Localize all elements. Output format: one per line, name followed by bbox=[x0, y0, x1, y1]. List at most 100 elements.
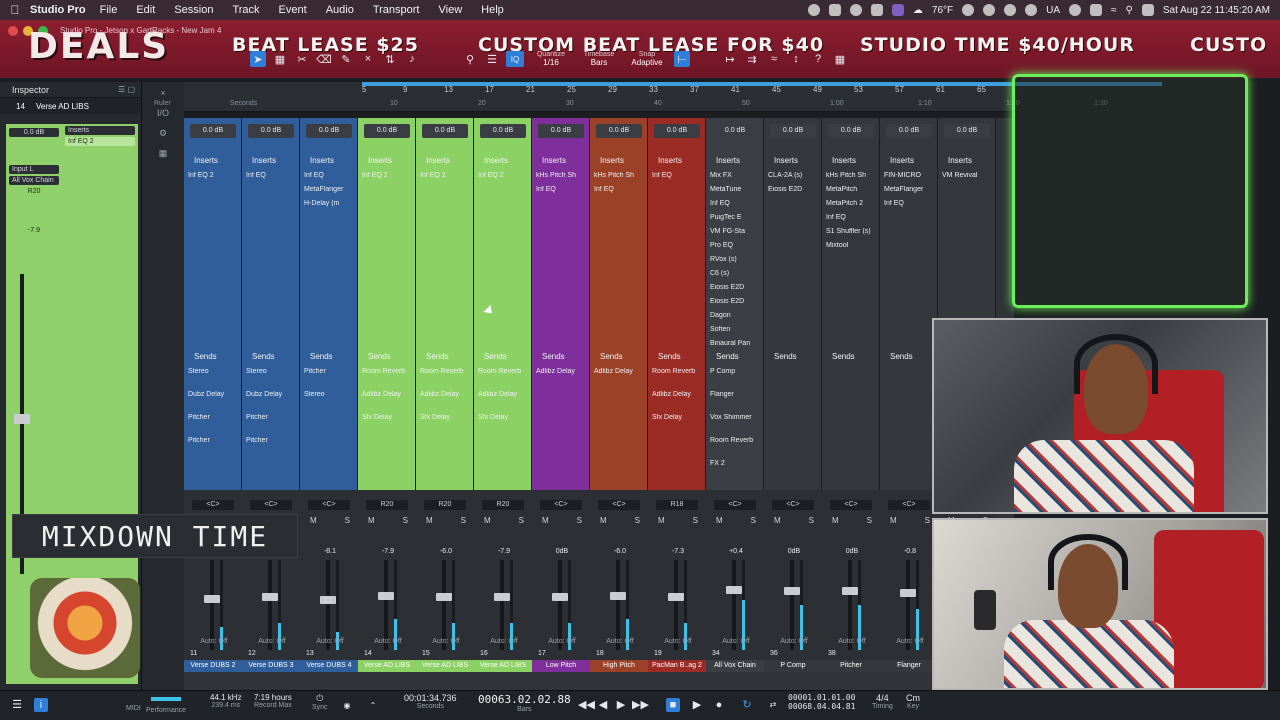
insert-plugin[interactable]: MetaFlanger bbox=[884, 186, 936, 193]
volume-fader[interactable] bbox=[674, 560, 678, 650]
arrange-tool-icon[interactable]: ☰ bbox=[484, 51, 500, 67]
insert-plugin[interactable]: Inf EQ 2 bbox=[362, 172, 414, 179]
volume-fader[interactable] bbox=[210, 560, 214, 650]
zoom-tool-icon[interactable]: ⚲ bbox=[462, 51, 478, 67]
channel-name[interactable]: Flanger bbox=[880, 660, 938, 672]
solo-button[interactable]: S bbox=[519, 516, 524, 526]
fader-cap[interactable] bbox=[900, 588, 916, 597]
volume-fader[interactable] bbox=[558, 560, 562, 650]
pan-control[interactable]: <C> bbox=[888, 500, 930, 510]
insert-plugin[interactable]: kHs Pitch Sh bbox=[536, 172, 588, 179]
record-button[interactable]: ● bbox=[712, 698, 726, 712]
insert-plugin[interactable]: Inf EQ 2 bbox=[420, 172, 472, 179]
mute-button[interactable]: M bbox=[890, 516, 897, 526]
timeline-ruler[interactable]: Ruler Seconds 5 9 13 17 21 25 29 33 37 41 45 49 53 57… bbox=[154, 82, 1162, 112]
send-slot[interactable]: Stereo bbox=[188, 368, 240, 375]
volume-fader[interactable] bbox=[500, 560, 504, 650]
solo-button[interactable]: S bbox=[693, 516, 698, 526]
pan-control[interactable]: <C> bbox=[192, 500, 234, 510]
volume-fader[interactable] bbox=[790, 560, 794, 650]
send-slot[interactable]: Pitcher bbox=[188, 437, 240, 444]
channel-name[interactable]: Verse DUBS 3 bbox=[242, 660, 300, 672]
app-status-icon[interactable] bbox=[962, 4, 975, 16]
insert-plugin[interactable]: kHs Pitch Sh bbox=[826, 172, 878, 179]
pan-control[interactable]: R20 bbox=[366, 500, 408, 510]
input-language[interactable]: UA bbox=[1046, 5, 1060, 16]
fader-cap[interactable] bbox=[842, 587, 858, 595]
screen-record-icon[interactable] bbox=[891, 4, 904, 16]
eraser-tool-icon[interactable]: ⌫ bbox=[316, 51, 332, 67]
app-status-icon[interactable] bbox=[1069, 4, 1082, 16]
channel-db-display[interactable]: 0.0 dB bbox=[886, 124, 932, 138]
pan-control[interactable]: R18 bbox=[656, 500, 698, 510]
range-tool-icon[interactable]: ▦ bbox=[272, 51, 288, 67]
app-status-icon[interactable] bbox=[807, 4, 820, 16]
app-status-icon[interactable] bbox=[1004, 4, 1017, 16]
app-menu[interactable]: Studio Pro bbox=[30, 4, 86, 16]
inspector-inserts-label[interactable]: Inserts bbox=[65, 126, 135, 135]
arrow-tool-icon[interactable]: ➤ bbox=[250, 51, 266, 67]
send-slot[interactable]: Pitcher bbox=[304, 368, 356, 375]
mute-button[interactable]: M bbox=[426, 516, 433, 526]
inserts-header[interactable]: Inserts bbox=[648, 156, 706, 165]
fader-cap[interactable] bbox=[320, 596, 336, 604]
insert-plugin[interactable]: Soften bbox=[710, 326, 762, 333]
clock[interactable]: Sat Aug 22 11:45:20 AM bbox=[1163, 5, 1270, 16]
send-slot[interactable]: Sfx Delay bbox=[362, 414, 414, 421]
channel-db-display[interactable]: 0.0 dB bbox=[422, 124, 468, 138]
sends-header[interactable]: Sends bbox=[764, 352, 822, 361]
inserts-header[interactable]: Inserts bbox=[242, 156, 300, 165]
insert-plugin[interactable]: Inf EQ bbox=[652, 172, 704, 179]
volume-fader[interactable] bbox=[384, 560, 388, 650]
send-slot[interactable]: Adlibz Delay bbox=[594, 368, 646, 375]
inspector-insert-item[interactable]: Inf EQ 2 bbox=[65, 137, 135, 146]
fader-cap[interactable] bbox=[494, 593, 510, 601]
automation-mode[interactable]: Auto: Off bbox=[656, 638, 700, 645]
insert-plugin[interactable]: Dagon bbox=[710, 312, 762, 319]
automation-mode[interactable]: Auto: Off bbox=[830, 638, 874, 645]
sends-header[interactable]: Sends bbox=[822, 352, 880, 361]
channel-db-display[interactable]: 0.0 dB bbox=[248, 124, 294, 138]
insert-plugin[interactable]: MetaPitch bbox=[826, 186, 878, 193]
key-signature[interactable]: Cm Key bbox=[906, 693, 920, 710]
automation-mode[interactable]: Auto: Off bbox=[540, 638, 584, 645]
channel-name[interactable]: Low Pitch bbox=[532, 660, 590, 672]
performance-meter[interactable]: Performance bbox=[146, 693, 186, 714]
insert-plugin[interactable]: Eiosis E2D bbox=[710, 284, 762, 291]
mute-button[interactable]: M bbox=[658, 516, 665, 526]
inserts-header[interactable]: Inserts bbox=[300, 156, 358, 165]
mute-button[interactable]: M bbox=[600, 516, 607, 526]
sends-header[interactable]: Sends bbox=[590, 352, 648, 361]
insert-plugin[interactable]: Inf EQ 2 bbox=[478, 172, 530, 179]
snap-selector[interactable]: Snap Adaptive bbox=[626, 51, 668, 67]
automation-mode[interactable]: Auto: Off bbox=[772, 638, 816, 645]
split-tool-icon[interactable]: ✂ bbox=[294, 51, 310, 67]
channel-name[interactable]: Verse AD LIBS bbox=[416, 660, 474, 672]
timebase-selector[interactable]: Timebase Bars bbox=[578, 51, 620, 67]
channel-name[interactable]: PacMan B..ag 2 bbox=[648, 660, 706, 672]
channel-db-display[interactable]: 0.0 dB bbox=[480, 124, 526, 138]
volume-fader[interactable] bbox=[848, 560, 852, 650]
insert-plugin[interactable]: MetaFlanger bbox=[304, 186, 356, 193]
send-slot[interactable]: Dubz Delay bbox=[188, 391, 240, 398]
insert-plugin[interactable]: Inf EQ bbox=[826, 214, 878, 221]
inspector-fader-cap[interactable] bbox=[14, 414, 30, 424]
volume-fader[interactable] bbox=[268, 560, 272, 650]
sends-header[interactable]: Sends bbox=[648, 352, 706, 361]
inserts-header[interactable]: Inserts bbox=[532, 156, 590, 165]
channel-name[interactable]: Verse DUBS 2 bbox=[184, 660, 242, 672]
inspector-pan[interactable]: R20 bbox=[9, 187, 59, 196]
automation-mode[interactable]: Auto: Off bbox=[192, 638, 236, 645]
mute-button[interactable]: M bbox=[774, 516, 781, 526]
pan-control[interactable]: <C> bbox=[830, 500, 872, 510]
insert-plugin[interactable]: PuigTec E bbox=[710, 214, 762, 221]
insert-plugin[interactable]: S1 Shuffler (s) bbox=[826, 228, 878, 235]
menu-help[interactable]: Help bbox=[481, 4, 504, 16]
pan-control[interactable]: <C> bbox=[308, 500, 350, 510]
help-icon[interactable]: ? bbox=[810, 51, 826, 67]
inserts-header[interactable]: Inserts bbox=[822, 156, 880, 165]
send-slot[interactable]: Room Reverb bbox=[362, 368, 414, 375]
automation-mode[interactable]: Auto: Off bbox=[366, 638, 410, 645]
send-slot[interactable]: Room Reverb bbox=[478, 368, 530, 375]
menu-icon[interactable]: ☰ bbox=[10, 698, 24, 712]
